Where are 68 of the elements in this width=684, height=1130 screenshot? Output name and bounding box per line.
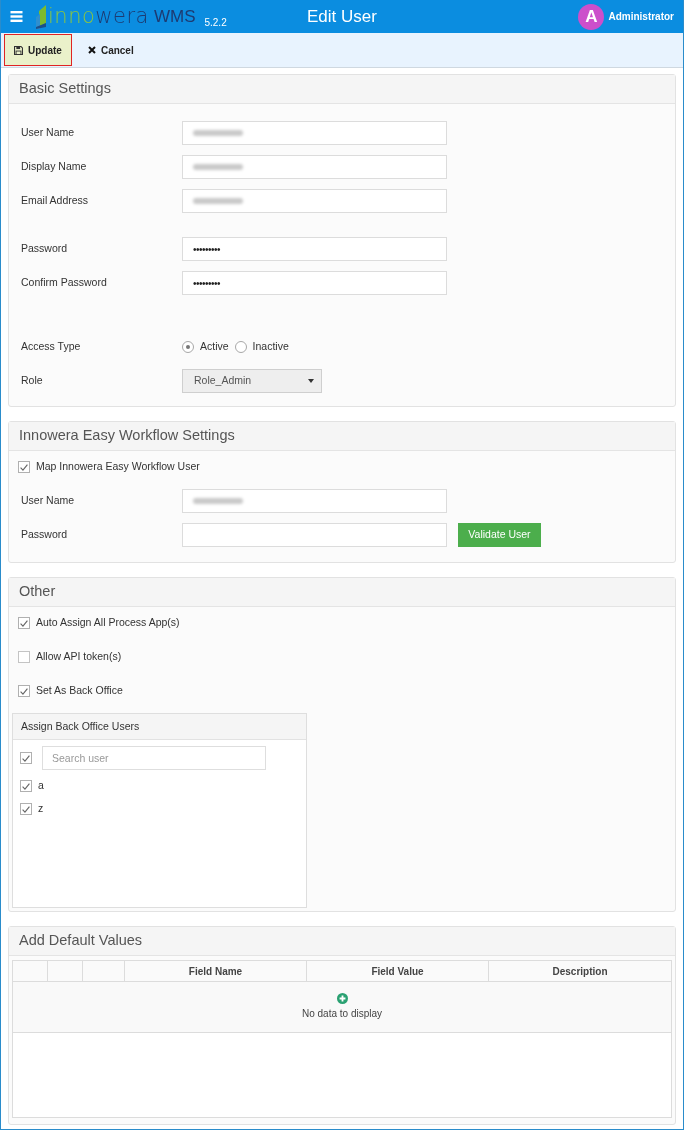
field-label: Role	[21, 373, 44, 389]
logo-product: WMS	[153, 8, 196, 25]
checkmark-icon	[22, 782, 30, 790]
empty-message: No data to display	[301, 1007, 383, 1021]
column-header[interactable]: Description	[489, 961, 671, 981]
radio-button[interactable]	[234, 341, 247, 353]
checkbox[interactable]	[20, 752, 32, 764]
checkbox-label: Set As Back Office	[36, 683, 123, 699]
text-field[interactable]	[182, 489, 447, 513]
version-label: 5.2.2	[204, 16, 227, 30]
logo-wordmark: innowera	[48, 6, 149, 27]
checkbox[interactable]	[18, 461, 30, 473]
radio-label: Inactive	[252, 339, 289, 355]
column-header[interactable]: Field Value	[307, 961, 489, 981]
checkbox[interactable]	[20, 803, 32, 815]
checkbox-label: a	[38, 778, 44, 794]
text-field[interactable]	[182, 121, 447, 145]
checkmark-icon	[20, 619, 28, 627]
text-field[interactable]	[182, 523, 447, 547]
radio-label: Active	[200, 339, 229, 355]
field-label: Password	[21, 527, 69, 543]
checkmark-icon	[20, 463, 28, 471]
field-label: Email Address	[21, 193, 90, 209]
checkbox-label: Map Innowera Easy Workflow User	[36, 459, 200, 475]
checkbox[interactable]	[18, 651, 30, 663]
field-label: User Name	[21, 125, 76, 141]
blurred-text	[193, 198, 243, 204]
section-title: Basic Settings	[19, 79, 111, 99]
checkmark-icon	[22, 754, 30, 762]
role-dropdown[interactable]: Role_Admin	[182, 369, 322, 393]
page-title: Edit User	[307, 5, 377, 28]
password-field[interactable]: •••••••••	[182, 237, 447, 261]
search-field[interactable]: Search user	[42, 746, 266, 770]
close-icon	[87, 46, 96, 54]
field-label: Access Type	[21, 339, 82, 355]
section-title: Innowera Easy Workflow Settings	[19, 426, 235, 446]
checkmark-icon	[20, 687, 28, 695]
blurred-text	[193, 498, 243, 504]
text-field[interactable]	[182, 155, 447, 179]
checkbox[interactable]	[18, 617, 30, 629]
column-header[interactable]: Field Name	[125, 961, 307, 981]
field-label: Confirm Password	[21, 275, 108, 291]
text-field[interactable]	[182, 189, 447, 213]
menu-icon[interactable]	[10, 11, 23, 22]
checkbox-label: Allow API token(s)	[36, 649, 122, 665]
update-button[interactable]: Update	[4, 34, 72, 66]
radio-button[interactable]	[182, 341, 194, 353]
checkbox-label: z	[38, 801, 44, 817]
field-label: Display Name	[21, 159, 88, 175]
save-icon	[14, 45, 23, 55]
password-field[interactable]: •••••••••	[182, 271, 447, 295]
blurred-text	[193, 164, 243, 170]
user-avatar[interactable]: A	[578, 3, 605, 30]
panel-title: Assign Back Office Users	[21, 718, 140, 734]
logo-icon	[36, 4, 46, 29]
section-title: Other	[19, 582, 56, 602]
dropdown-caret-icon	[308, 379, 314, 383]
checkbox-label: Auto Assign All Process App(s)	[36, 615, 180, 631]
user-name[interactable]: Administrator	[608, 9, 674, 24]
checkmark-icon	[22, 805, 30, 813]
field-label: User Name	[21, 493, 76, 509]
add-icon[interactable]	[336, 993, 348, 1004]
cancel-button[interactable]: Cancel	[77, 34, 144, 66]
field-label: Password	[21, 241, 69, 257]
section-title: Add Default Values	[19, 931, 143, 951]
checkbox[interactable]	[18, 685, 30, 697]
blurred-text	[193, 130, 243, 136]
checkbox[interactable]	[20, 780, 32, 792]
